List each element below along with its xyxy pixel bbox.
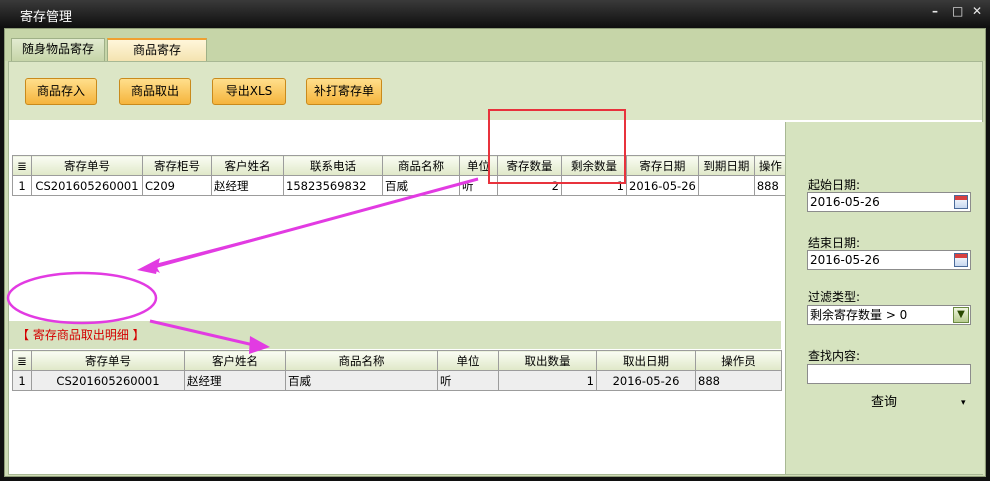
col-stored-qty[interactable]: 寄存数量 <box>497 155 562 176</box>
calendar-icon[interactable] <box>954 253 968 267</box>
toolbar: 商品存入 商品取出 导出XLS 补打寄存单 <box>9 62 982 120</box>
cell-phone[interactable]: 15823569832 <box>283 175 383 196</box>
filter-panel: 起始日期: 2016-05-26 结束日期: 2016-05-26 过滤类型: … <box>785 122 984 474</box>
start-date-field[interactable]: 2016-05-26 <box>807 192 971 212</box>
column-chooser-icon[interactable]: ≣ <box>12 155 32 176</box>
col-storage-no[interactable]: 寄存单号 <box>31 350 185 371</box>
cell-customer-name[interactable]: 赵经理 <box>184 370 286 391</box>
query-button[interactable]: 查询 ▾ <box>846 392 976 414</box>
end-date-value: 2016-05-26 <box>810 253 880 267</box>
col-storage-no[interactable]: 寄存单号 <box>31 155 143 176</box>
filter-type-select[interactable]: 剩余寄存数量 > 0 ▼ <box>807 305 971 325</box>
end-date-field[interactable]: 2016-05-26 <box>807 250 971 270</box>
chevron-down-icon[interactable]: ▼ <box>953 307 969 323</box>
cell-takeout-date[interactable]: 2016-05-26 <box>596 370 696 391</box>
cell-storage-no[interactable]: CS201605260001 <box>31 175 143 196</box>
reprint-slip-button[interactable]: 补打寄存单 <box>306 78 382 105</box>
col-operator[interactable]: 操作员 <box>695 350 782 371</box>
col-takeout-date[interactable]: 取出日期 <box>596 350 696 371</box>
row-index: 1 <box>12 175 32 196</box>
cell-stored-qty[interactable]: 2 <box>497 175 562 196</box>
end-date-label: 结束日期: <box>808 236 861 250</box>
col-unit[interactable]: 单位 <box>437 350 499 371</box>
col-remaining-qty[interactable]: 剩余数量 <box>561 155 627 176</box>
storage-table-header: ≣ 寄存单号 寄存柜号 客户姓名 联系电话 商品名称 单位 寄存数量 剩余数量 … <box>12 155 787 176</box>
table-row[interactable]: 1 CS201605260001 赵经理 百威 听 1 2016-05-26 8… <box>12 370 782 391</box>
col-customer-name[interactable]: 客户姓名 <box>184 350 286 371</box>
cell-storage-date[interactable]: 2016-05-26 <box>626 175 699 196</box>
col-product-name[interactable]: 商品名称 <box>285 350 438 371</box>
takeout-detail-section-title: 【 寄存商品取出明细 】 <box>9 321 781 349</box>
col-phone[interactable]: 联系电话 <box>283 155 383 176</box>
cell-expiry-date[interactable] <box>697 175 755 196</box>
search-label: 查找内容: <box>808 349 861 363</box>
column-chooser-icon[interactable]: ≣ <box>12 350 32 371</box>
restore-button[interactable]: □ <box>952 4 963 18</box>
col-storage-date[interactable]: 寄存日期 <box>626 155 699 176</box>
storage-table: ≣ 寄存单号 寄存柜号 客户姓名 联系电话 商品名称 单位 寄存数量 剩余数量 … <box>12 155 787 196</box>
takeout-goods-button[interactable]: 商品取出 <box>119 78 191 105</box>
query-label: 查询 <box>871 395 898 410</box>
cell-customer-name[interactable]: 赵经理 <box>211 175 284 196</box>
cell-storage-no[interactable]: CS201605260001 <box>31 370 185 391</box>
minimize-button[interactable]: – <box>932 4 938 18</box>
filter-type-value: 剩余寄存数量 > 0 <box>810 308 908 322</box>
tab-bar: 随身物品寄存 商品寄存 <box>5 29 985 61</box>
calendar-icon[interactable] <box>954 195 968 209</box>
cell-operator[interactable]: 888 <box>695 370 782 391</box>
cell-unit[interactable]: 听 <box>459 175 498 196</box>
goods-storage-panel: 商品存入 商品取出 导出XLS 补打寄存单 ≣ 寄存单号 寄存柜号 客户姓名 联… <box>8 61 984 475</box>
cell-product-name[interactable]: 百威 <box>285 370 438 391</box>
cell-remaining-qty[interactable]: 1 <box>561 175 627 196</box>
cell-unit[interactable]: 听 <box>437 370 499 391</box>
col-product-name[interactable]: 商品名称 <box>382 155 460 176</box>
export-xls-button[interactable]: 导出XLS <box>212 78 286 105</box>
close-button[interactable]: ✕ <box>972 4 982 18</box>
title-bar: 寄存管理 – □ ✕ <box>0 0 990 28</box>
filter-type-label: 过滤类型: <box>808 290 861 304</box>
start-date-value: 2016-05-26 <box>810 195 880 209</box>
detail-table-header: ≣ 寄存单号 客户姓名 商品名称 单位 取出数量 取出日期 操作员 <box>12 350 782 371</box>
col-expiry-date[interactable]: 到期日期 <box>697 155 755 176</box>
col-cabinet-no[interactable]: 寄存柜号 <box>142 155 212 176</box>
dropdown-arrow-icon: ▾ <box>961 398 966 408</box>
tab-goods-storage[interactable]: 商品寄存 <box>107 38 207 61</box>
search-input[interactable] <box>807 364 971 384</box>
tab-personal-items[interactable]: 随身物品寄存 <box>11 38 105 61</box>
cell-takeout-qty[interactable]: 1 <box>498 370 597 391</box>
start-date-label: 起始日期: <box>808 178 861 192</box>
window-body: 随身物品寄存 商品寄存 商品存入 商品取出 导出XLS 补打寄存单 ≣ 寄存单号… <box>4 28 986 477</box>
cell-cabinet-no[interactable]: C209 <box>142 175 212 196</box>
cell-product-name[interactable]: 百威 <box>382 175 460 196</box>
table-row[interactable]: 1 CS201605260001 C209 赵经理 15823569832 百威… <box>12 175 787 196</box>
store-goods-button[interactable]: 商品存入 <box>25 78 97 105</box>
col-customer-name[interactable]: 客户姓名 <box>211 155 284 176</box>
cell-operator[interactable]: 888 <box>753 175 787 196</box>
window-title: 寄存管理 <box>20 10 73 25</box>
col-operator[interactable]: 操作 <box>753 155 787 176</box>
row-index: 1 <box>12 370 32 391</box>
takeout-detail-table: ≣ 寄存单号 客户姓名 商品名称 单位 取出数量 取出日期 操作员 1 CS20… <box>12 350 782 391</box>
col-takeout-qty[interactable]: 取出数量 <box>498 350 597 371</box>
col-unit[interactable]: 单位 <box>459 155 498 176</box>
